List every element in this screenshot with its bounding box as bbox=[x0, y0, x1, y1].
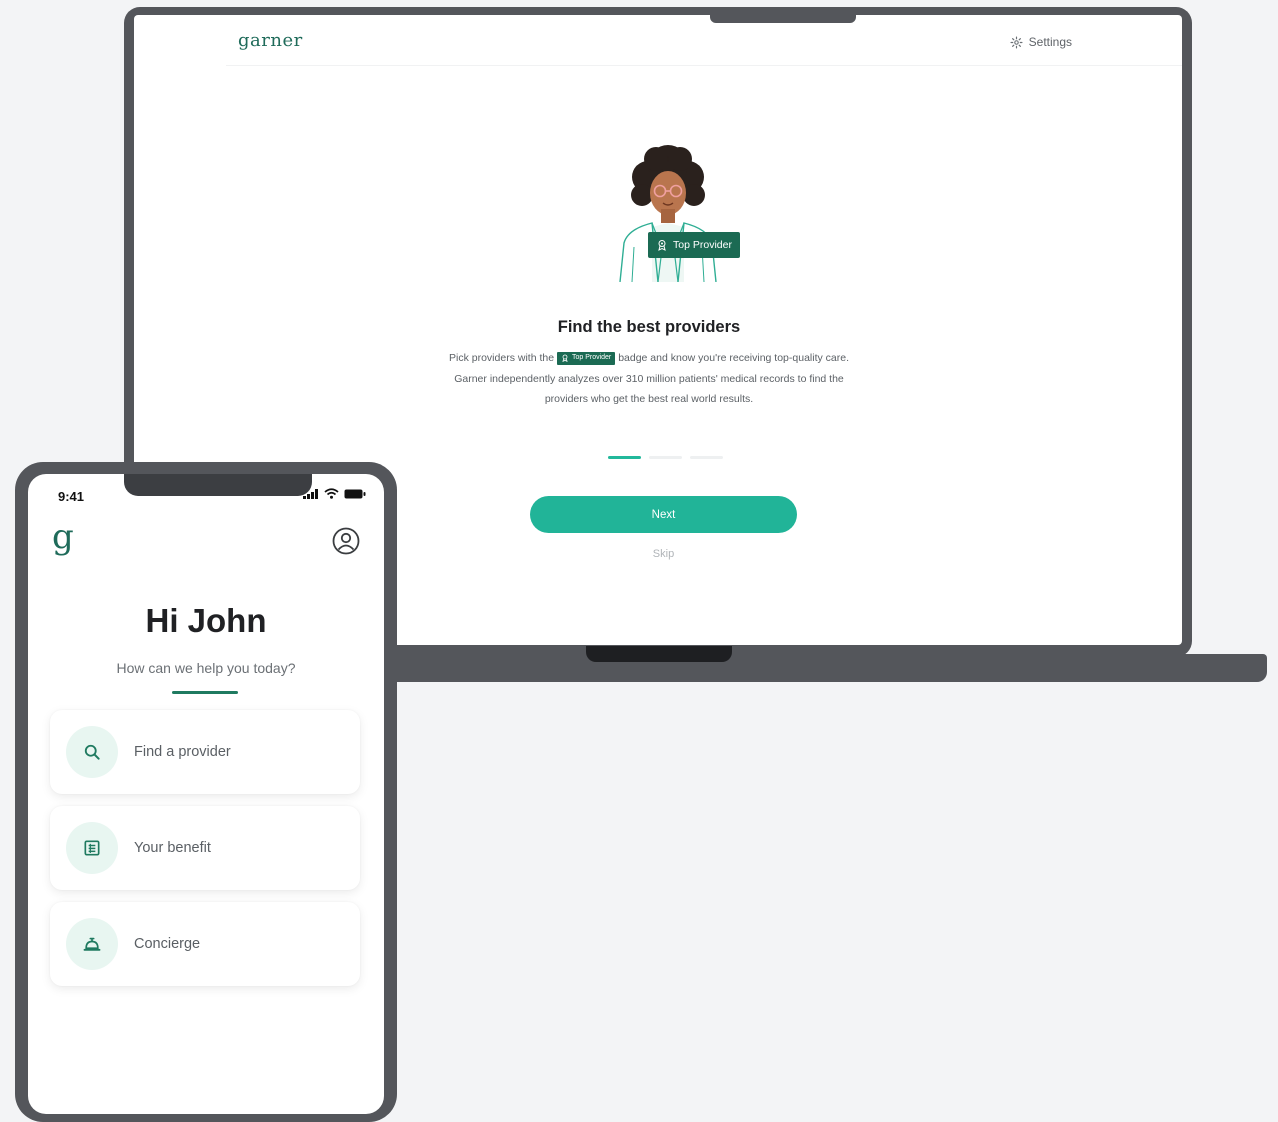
settings-link[interactable]: Settings bbox=[1010, 35, 1072, 49]
description-start: Pick providers with the bbox=[449, 352, 555, 364]
pagination-dot-3[interactable] bbox=[690, 456, 723, 459]
settings-label: Settings bbox=[1028, 35, 1072, 49]
greeting-subtitle: How can we help you today? bbox=[116, 660, 296, 676]
inline-badge-label: Top Provider bbox=[571, 353, 612, 361]
menu-icon-circle bbox=[66, 822, 118, 874]
phone-frame: 9:41 g Hi John How can we help you today… bbox=[15, 462, 397, 1122]
pagination-dot-2[interactable] bbox=[649, 456, 682, 459]
concierge-card[interactable]: Concierge bbox=[50, 902, 360, 986]
find-provider-card[interactable]: Find a provider bbox=[50, 710, 360, 794]
doctor-illustration bbox=[619, 145, 717, 282]
next-button[interactable]: Next bbox=[530, 496, 797, 533]
menu-item-label: Your benefit bbox=[134, 840, 211, 856]
garner-logo[interactable]: garner bbox=[238, 30, 303, 51]
web-header: garner Settings bbox=[134, 15, 1182, 66]
your-benefit-card[interactable]: Your benefit bbox=[50, 806, 360, 890]
pagination-dots bbox=[608, 456, 723, 459]
signal-icon bbox=[303, 488, 318, 499]
top-provider-badge: Top Provider bbox=[648, 232, 740, 258]
status-time: 9:41 bbox=[58, 489, 85, 504]
phone-screen: 9:41 g Hi John How can we help you today… bbox=[28, 474, 384, 1114]
pagination-dot-1[interactable] bbox=[608, 456, 641, 459]
onboarding-title: Find the best providers bbox=[557, 318, 741, 336]
status-icons bbox=[303, 488, 366, 499]
award-icon bbox=[658, 240, 666, 251]
inline-top-provider-badge: Top Provider bbox=[556, 351, 616, 365]
concierge-bell-icon bbox=[83, 937, 101, 951]
gear-icon bbox=[1010, 35, 1023, 49]
laptop-camera-notch bbox=[710, 14, 856, 23]
menu-item-label: Concierge bbox=[134, 936, 201, 952]
header-divider bbox=[226, 65, 1182, 66]
wifi-icon bbox=[324, 488, 339, 499]
skip-link[interactable]: Skip bbox=[530, 548, 797, 560]
document-icon bbox=[84, 840, 100, 856]
onboarding-description: Pick providers with the Top Provider bad… bbox=[439, 348, 859, 410]
greeting-title: Hi John bbox=[145, 602, 267, 639]
battery-icon bbox=[344, 489, 366, 498]
greeting-underline bbox=[172, 691, 238, 694]
menu-item-label: Find a provider bbox=[134, 744, 231, 760]
garner-g-logo[interactable]: g bbox=[52, 520, 74, 554]
search-icon bbox=[84, 744, 100, 760]
phone-notch bbox=[124, 474, 312, 496]
menu-icon-circle bbox=[66, 726, 118, 778]
profile-icon[interactable] bbox=[332, 527, 360, 555]
award-icon bbox=[562, 354, 568, 363]
menu-icon-circle bbox=[66, 918, 118, 970]
laptop-hinge bbox=[586, 646, 732, 662]
badge-label: Top Provider bbox=[673, 239, 732, 251]
laptop-base bbox=[385, 654, 1267, 682]
